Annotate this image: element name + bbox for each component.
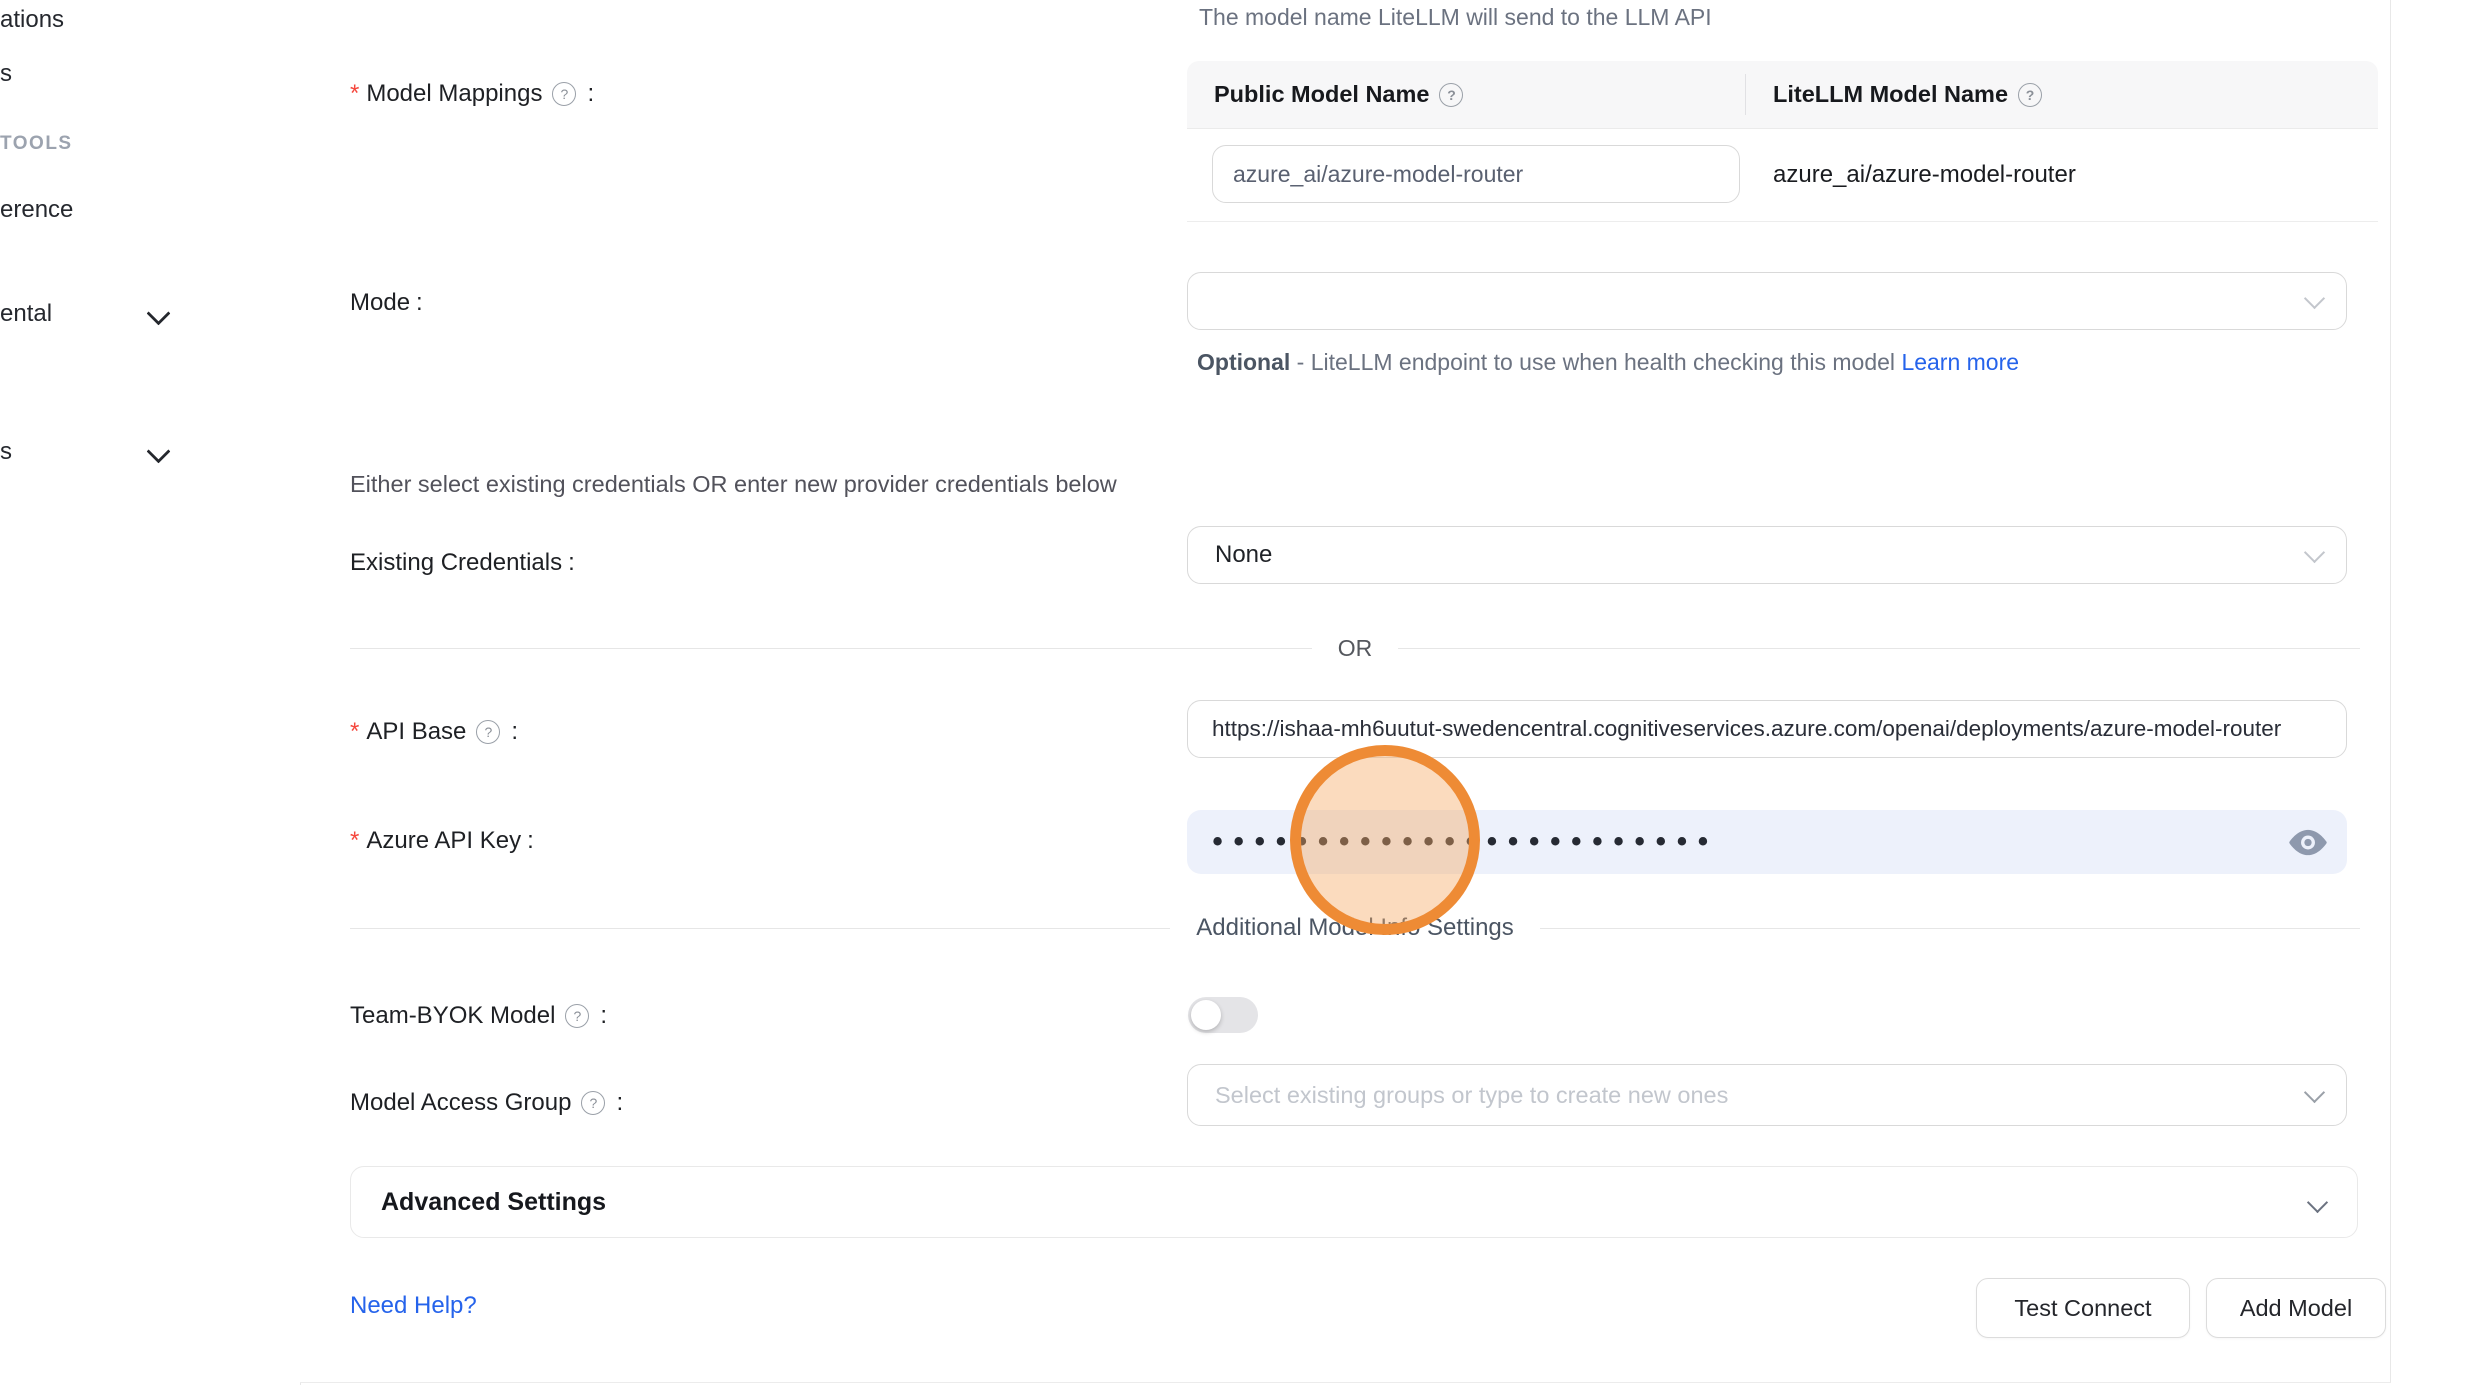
help-icon[interactable]: ? [2018, 83, 2042, 107]
chevron-down-icon [2307, 1191, 2328, 1212]
help-icon[interactable]: ? [581, 1091, 605, 1115]
model-access-group-label: Model Access Group ? : [350, 1087, 623, 1119]
mode-helper-text: Optional - LiteLLM endpoint to use when … [1197, 342, 2042, 382]
team-byok-label-text: Team-BYOK Model [350, 1002, 555, 1030]
chevron-down-icon [2304, 542, 2325, 563]
required-mark: * [350, 827, 359, 855]
or-divider-text: OR [1338, 635, 1373, 662]
api-base-label-text: API Base [366, 718, 466, 746]
public-model-name-input[interactable]: azure_ai/azure-model-router [1212, 145, 1740, 203]
colon: : [600, 1002, 607, 1030]
add-model-screen: ations s TOOLS erence ental s The model … [0, 0, 2477, 1385]
learn-more-link[interactable]: Learn more [1901, 349, 2019, 375]
api-base-input[interactable]: https://ishaa-mh6uutut-swedencentral.cog… [1187, 700, 2347, 758]
azure-api-key-label: * Azure API Key : [350, 825, 534, 857]
masked-api-key: •••••••••••••••••••••••• [1209, 810, 2325, 874]
sidebar-item-ental[interactable]: ental [0, 300, 52, 328]
model-access-group-placeholder: Select existing groups or type to create… [1188, 1082, 1728, 1109]
help-icon[interactable]: ? [1439, 83, 1463, 107]
model-name-helper-text: The model name LiteLLM will send to the … [1199, 2, 1712, 32]
advanced-settings-label: Advanced Settings [351, 1188, 606, 1217]
chevron-down-icon [146, 301, 170, 325]
divider-line [350, 928, 1170, 929]
litellm-model-name-header: LiteLLM Model Name [1773, 81, 2008, 108]
table-header-litellm-model: LiteLLM Model Name ? [1745, 61, 2051, 128]
colon: : [527, 827, 534, 855]
model-mappings-label-text: Model Mappings [366, 80, 542, 108]
additional-settings-divider-text: Additional Model Info Settings [1196, 914, 1514, 942]
mode-helper-rest: - LiteLLM endpoint to use when health ch… [1290, 349, 1901, 375]
table-header-public-model: Public Model Name ? [1187, 61, 1745, 128]
advanced-settings-panel[interactable]: Advanced Settings [350, 1166, 2358, 1238]
azure-api-key-label-text: Azure API Key [366, 827, 521, 855]
mode-label: Mode : [350, 287, 423, 319]
chevron-down-icon [146, 439, 170, 463]
toggle-knob [1191, 1000, 1221, 1030]
public-model-name-header: Public Model Name [1214, 81, 1429, 108]
help-icon[interactable]: ? [565, 1004, 589, 1028]
colon: : [511, 718, 518, 746]
sidebar-section-tools: TOOLS [0, 133, 73, 155]
litellm-model-name-value: azure_ai/azure-model-router [1773, 129, 2076, 221]
additional-settings-divider: Additional Model Info Settings [350, 910, 2360, 946]
team-byok-label: Team-BYOK Model ? : [350, 1000, 607, 1032]
existing-credentials-value: None [1188, 541, 1272, 569]
divider-line [350, 648, 1312, 649]
model-access-group-label-text: Model Access Group [350, 1089, 571, 1117]
sidebar: ations s TOOLS erence ental s [0, 0, 301, 1385]
team-byok-toggle[interactable] [1188, 997, 1258, 1033]
divider-line [1540, 928, 2360, 929]
sidebar-item-s2[interactable]: s [0, 438, 12, 466]
need-help-link[interactable]: Need Help? [350, 1292, 477, 1320]
colon: : [587, 80, 594, 108]
test-connect-button[interactable]: Test Connect [1976, 1278, 2190, 1338]
colon: : [616, 1089, 623, 1117]
divider-line [1398, 648, 2360, 649]
api-base-label: * API Base ? : [350, 716, 518, 748]
required-mark: * [350, 718, 359, 746]
model-mappings-table: Public Model Name ? LiteLLM Model Name ?… [1187, 61, 2378, 222]
colon: : [416, 289, 423, 317]
sidebar-item-erence[interactable]: erence [0, 196, 73, 224]
model-mappings-label: * Model Mappings ? : [350, 78, 594, 110]
chevron-down-icon [2304, 1082, 2325, 1103]
credentials-note: Either select existing credentials OR en… [350, 469, 1117, 499]
mode-select[interactable] [1187, 272, 2347, 330]
eye-icon[interactable] [2289, 829, 2327, 861]
existing-credentials-label-text: Existing Credentials [350, 549, 562, 577]
model-access-group-select[interactable]: Select existing groups or type to create… [1187, 1064, 2347, 1126]
or-divider: OR [350, 633, 2360, 663]
required-mark: * [350, 80, 359, 108]
table-row: azure_ai/azure-model-router azure_ai/azu… [1187, 129, 2378, 222]
chevron-down-icon [2304, 288, 2325, 309]
add-model-form-card: The model name LiteLLM will send to the … [300, 0, 2391, 1383]
help-icon[interactable]: ? [476, 720, 500, 744]
table-header-row: Public Model Name ? LiteLLM Model Name ? [1187, 61, 2378, 129]
azure-api-key-input[interactable]: •••••••••••••••••••••••• [1187, 810, 2347, 874]
mode-label-text: Mode [350, 289, 410, 317]
existing-credentials-select[interactable]: None [1187, 526, 2347, 584]
existing-credentials-label: Existing Credentials : [350, 547, 575, 579]
header-divider [1745, 74, 1746, 115]
add-model-button[interactable]: Add Model [2206, 1278, 2386, 1338]
colon: : [568, 549, 575, 577]
sidebar-item-s1[interactable]: s [0, 60, 12, 88]
optional-bold: Optional [1197, 349, 1290, 375]
sidebar-item-ations[interactable]: ations [0, 6, 64, 34]
help-icon[interactable]: ? [552, 82, 576, 106]
